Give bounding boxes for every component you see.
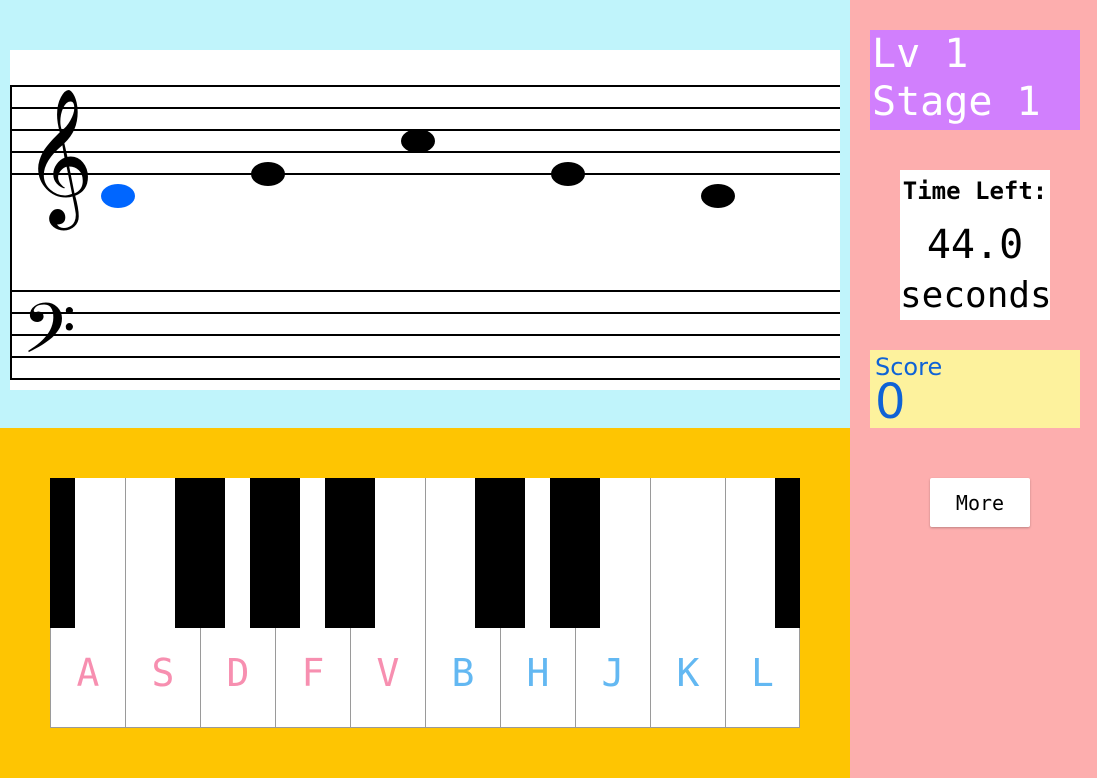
note: [401, 129, 435, 153]
white-key-k[interactable]: K: [650, 478, 725, 728]
key-letter: D: [226, 651, 250, 695]
key-letter: H: [526, 651, 550, 695]
key-letter: B: [451, 651, 475, 695]
staff-panel: 𝄞 𝄢: [0, 0, 850, 428]
notes: [101, 129, 735, 208]
key-letter: A: [76, 651, 100, 695]
black-key[interactable]: [325, 478, 375, 628]
svg-text:𝄞: 𝄞: [24, 86, 94, 230]
staff-canvas: 𝄞 𝄢: [10, 85, 840, 386]
more-button[interactable]: More: [930, 478, 1030, 527]
note: [701, 184, 735, 208]
black-key[interactable]: [475, 478, 525, 628]
black-key[interactable]: [250, 478, 300, 628]
timer-value: 44.0: [926, 222, 1024, 268]
grand-staff: 𝄞 𝄢: [10, 50, 840, 390]
black-key[interactable]: [775, 478, 800, 628]
key-letter: L: [751, 651, 774, 695]
score-panel: Score 0: [870, 350, 1080, 430]
black-key[interactable]: [175, 478, 225, 628]
svg-text:𝄢: 𝄢: [22, 288, 76, 386]
key-letter: S: [151, 651, 175, 695]
note: [551, 162, 585, 186]
score-value: 0: [875, 374, 906, 430]
piano-keyboard: A S D F V B H J K L: [50, 478, 800, 728]
key-letter: F: [301, 651, 325, 695]
staff-lines: [10, 85, 840, 380]
keyboard-panel: A S D F V B H J K L: [0, 428, 850, 778]
stage-label: Stage 1: [872, 79, 1041, 125]
level-label: Lv 1: [872, 31, 969, 77]
key-letter: K: [676, 651, 700, 695]
note: [251, 162, 285, 186]
sidebar: Lv 1 Stage 1 Time Left: 44.0 seconds Sco…: [850, 0, 1097, 778]
current-note: [101, 184, 135, 208]
level-indicator: Lv 1 Stage 1: [870, 30, 1080, 130]
key-letter: V: [376, 651, 400, 695]
bass-clef-icon: 𝄢: [22, 288, 76, 386]
black-key[interactable]: [550, 478, 600, 628]
timer-label: Time Left:: [902, 177, 1048, 205]
key-letter: J: [601, 651, 625, 695]
treble-clef-icon: 𝄞: [24, 86, 94, 230]
timer-unit: seconds: [900, 275, 1052, 316]
timer-panel: Time Left: 44.0 seconds: [900, 170, 1052, 320]
game-screen: 𝄞 𝄢 A S D F V B H J K L Lv 1 Stage 1 Tim…: [0, 0, 1097, 778]
black-key[interactable]: [50, 478, 75, 628]
